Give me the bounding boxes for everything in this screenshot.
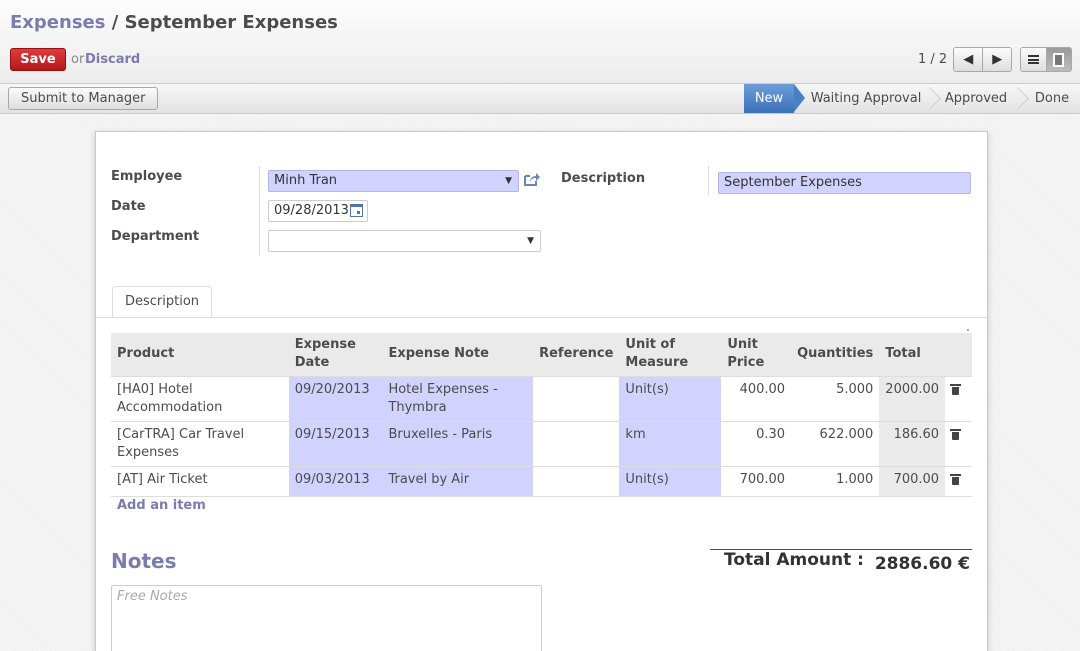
description-label: Description bbox=[561, 171, 646, 186]
date-field[interactable]: 09/28/2013 bbox=[268, 200, 368, 222]
calendar-icon[interactable] bbox=[350, 204, 363, 217]
trash-icon bbox=[950, 473, 962, 485]
stage-new[interactable]: New bbox=[744, 84, 805, 113]
previous-record-button[interactable]: ◀ bbox=[954, 48, 983, 71]
notes-placeholder: Free Notes bbox=[117, 589, 188, 604]
page-title: September Expenses bbox=[124, 12, 338, 33]
stage-chevron-icon bbox=[922, 84, 936, 113]
cell-product[interactable]: [CarTRA] Car Travel Expenses bbox=[111, 421, 289, 467]
or-text: or bbox=[71, 52, 85, 67]
cell-unit-price[interactable]: 400.00 bbox=[721, 376, 792, 422]
breadcrumb: Expenses / September Expenses bbox=[10, 12, 338, 33]
cell-reference[interactable] bbox=[533, 376, 620, 422]
cell-quantity[interactable]: 1.000 bbox=[791, 466, 880, 497]
status-bar: Submit to Manager New Waiting Approval A… bbox=[0, 84, 1080, 114]
stage-waiting-approval[interactable]: Waiting Approval bbox=[808, 84, 924, 113]
department-select[interactable]: ▼ bbox=[268, 230, 541, 252]
trash-icon bbox=[950, 428, 962, 440]
stage-approved[interactable]: Approved bbox=[936, 84, 1016, 113]
view-switcher bbox=[1020, 47, 1072, 72]
expense-lines-table: Product Expense Date Expense Note Refere… bbox=[111, 333, 972, 497]
column-header[interactable]: Unit of Measure bbox=[619, 333, 722, 377]
list-view-icon bbox=[1027, 55, 1039, 64]
cell-unit-of-measure[interactable]: km bbox=[619, 421, 722, 467]
add-item-link[interactable]: Add an item bbox=[117, 498, 206, 513]
delete-row-button[interactable] bbox=[945, 376, 972, 422]
cell-expense-note[interactable]: Bruxelles - Paris bbox=[382, 421, 534, 467]
column-header[interactable]: Product bbox=[111, 333, 289, 377]
notes-title: Notes bbox=[111, 549, 177, 573]
cell-quantity[interactable]: 622.000 bbox=[791, 421, 880, 467]
breadcrumb-expenses-link[interactable]: Expenses bbox=[10, 12, 105, 33]
description-value: September Expenses bbox=[724, 175, 862, 190]
cell-reference[interactable] bbox=[533, 421, 620, 467]
cell-expense-date[interactable]: 09/03/2013 bbox=[288, 466, 383, 497]
cell-quantity[interactable]: 5.000 bbox=[791, 376, 880, 422]
save-button[interactable]: Save bbox=[10, 48, 66, 71]
tab-divider bbox=[96, 317, 987, 318]
delete-row-button[interactable] bbox=[945, 421, 972, 467]
column-header[interactable]: Unit Price bbox=[721, 333, 792, 377]
cell-total: 700.00 bbox=[879, 466, 946, 497]
cell-product[interactable]: [AT] Air Ticket bbox=[111, 466, 289, 497]
resize-handle bbox=[967, 329, 969, 331]
next-record-button[interactable]: ▶ bbox=[982, 48, 1011, 71]
date-label: Date bbox=[111, 199, 146, 214]
date-value: 09/28/2013 bbox=[274, 203, 349, 218]
employee-value: Minh Tran bbox=[274, 173, 338, 188]
total-amount-value: 2886.60 € bbox=[874, 554, 970, 574]
column-header-empty bbox=[945, 333, 972, 377]
table-row[interactable]: [CarTRA] Car Travel Expenses 09/15/2013 … bbox=[111, 421, 972, 467]
stage-chevron-icon bbox=[1010, 84, 1024, 113]
form-view-icon bbox=[1053, 52, 1065, 67]
arrow-left-icon: ◀ bbox=[963, 52, 974, 67]
cell-expense-note[interactable]: Hotel Expenses - Thymbra bbox=[382, 376, 534, 422]
column-header[interactable]: Expense Date bbox=[288, 333, 383, 377]
column-header[interactable]: Quantities bbox=[791, 333, 880, 377]
stage-done[interactable]: Done bbox=[1028, 84, 1076, 113]
cell-total: 186.60 bbox=[879, 421, 946, 467]
discard-link[interactable]: Discard bbox=[85, 52, 140, 67]
pager-buttons: ◀ ▶ bbox=[953, 47, 1012, 72]
submit-to-manager-button[interactable]: Submit to Manager bbox=[8, 87, 159, 110]
table-header-row: Product Expense Date Expense Note Refere… bbox=[111, 333, 972, 377]
employee-select[interactable]: Minh Tran ▼ bbox=[268, 170, 519, 192]
pager-counter: 1 / 2 bbox=[918, 52, 948, 67]
cell-unit-price[interactable]: 0.30 bbox=[721, 421, 792, 467]
arrow-right-icon: ▶ bbox=[992, 52, 1003, 67]
notes-textarea[interactable]: Free Notes bbox=[111, 585, 542, 651]
cell-total: 2000.00 bbox=[879, 376, 946, 422]
cell-product[interactable]: [HA0] Hotel Accommodation bbox=[111, 376, 289, 422]
chevron-down-icon: ▼ bbox=[505, 176, 512, 186]
control-panel: Expenses / September Expenses Save or Di… bbox=[0, 0, 1080, 84]
form-view-button[interactable] bbox=[1045, 48, 1071, 71]
table-row[interactable]: [HA0] Hotel Accommodation 09/20/2013 Hot… bbox=[111, 376, 972, 422]
table-row[interactable]: [AT] Air Ticket 09/03/2013 Travel by Air… bbox=[111, 466, 972, 497]
breadcrumb-separator: / bbox=[105, 12, 125, 33]
cell-unit-of-measure[interactable]: Unit(s) bbox=[619, 376, 722, 422]
cell-unit-of-measure[interactable]: Unit(s) bbox=[619, 466, 722, 497]
cell-expense-date[interactable]: 09/15/2013 bbox=[288, 421, 383, 467]
delete-row-button[interactable] bbox=[945, 466, 972, 497]
chevron-down-icon: ▼ bbox=[527, 236, 534, 246]
external-link-icon[interactable] bbox=[523, 171, 541, 187]
total-amount-label: Total Amount : bbox=[724, 550, 864, 570]
list-view-button[interactable] bbox=[1021, 48, 1046, 71]
cell-expense-date[interactable]: 09/20/2013 bbox=[288, 376, 383, 422]
department-label: Department bbox=[111, 229, 200, 244]
field-separator bbox=[708, 166, 709, 196]
cell-unit-price[interactable]: 700.00 bbox=[721, 466, 792, 497]
cell-expense-note[interactable]: Travel by Air bbox=[382, 466, 534, 497]
tab-description[interactable]: Description bbox=[112, 286, 213, 318]
description-input[interactable]: September Expenses bbox=[718, 172, 971, 194]
column-header[interactable]: Expense Note bbox=[382, 333, 534, 377]
column-header[interactable]: Total bbox=[879, 333, 946, 377]
form-sheet: Employee Date Department Minh Tran ▼ 09/… bbox=[95, 131, 988, 651]
employee-label: Employee bbox=[111, 169, 183, 184]
field-separator bbox=[259, 166, 260, 256]
column-header[interactable]: Reference bbox=[533, 333, 620, 377]
trash-icon bbox=[950, 383, 962, 395]
cell-reference[interactable] bbox=[533, 466, 620, 497]
